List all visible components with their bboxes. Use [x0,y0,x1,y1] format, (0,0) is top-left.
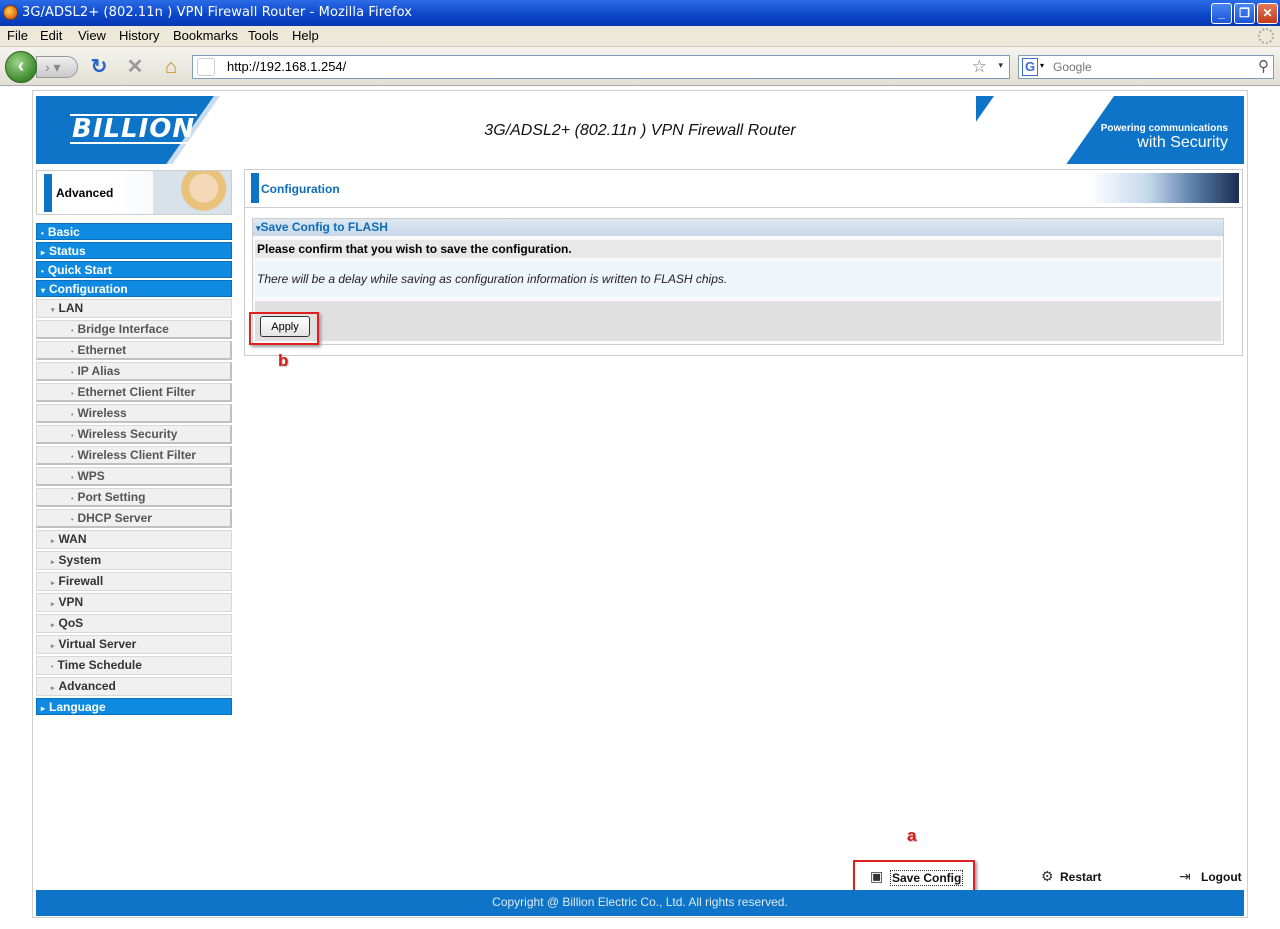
menu-edit[interactable]: Edit [40,28,62,43]
logout-icon: ⇥ [1179,868,1191,884]
sidebar-item-firewall[interactable]: ▸ Firewall [36,572,232,591]
sidebar-item-wireless[interactable]: • Wireless [36,404,232,423]
content-panel: Configuration ▾Save Config to FLASH Plea… [244,169,1243,356]
stop-icon[interactable]: ✕ [124,56,146,78]
banner-tagline-top: Powering communications [1100,123,1228,134]
content-header-image [1089,173,1239,203]
menu-bar: File Edit View History Bookmarks Tools H… [0,26,1280,47]
minimize-button[interactable]: _ [1211,3,1232,24]
sidebar-item-wireless-security[interactable]: • Wireless Security [36,425,232,444]
firefox-icon [3,5,18,20]
sidebar-item-configuration[interactable]: ▾ Configuration [36,280,232,297]
back-button[interactable]: ‹ [5,51,37,83]
search-bar[interactable]: G ▾ ⚲ [1018,55,1274,79]
google-engine-icon[interactable]: G [1022,58,1038,76]
menu-help[interactable]: Help [292,28,319,43]
search-icon[interactable]: ⚲ [1258,57,1269,75]
restart-icon: ⚙ [1041,868,1054,884]
router-page: BILLION 3G/ADSL2+ (802.11n ) VPN Firewal… [32,90,1248,918]
sidebar-item-time-schedule[interactable]: • Time Schedule [36,656,232,675]
section-title: ▾Save Config to FLASH [253,219,1223,236]
annotation-box-b [249,312,319,345]
button-row: Apply [255,301,1221,341]
annotation-label-b: b [278,351,289,370]
engine-dropdown-icon[interactable]: ▾ [1040,61,1044,70]
banner-tagline-bottom: with Security [1137,134,1228,151]
sidebar-item-status[interactable]: ▸ Status [36,242,232,259]
page-title: Configuration [261,182,340,196]
sidebar-item-ethernet[interactable]: • Ethernet [36,341,232,360]
sidebar-item-lan[interactable]: ▾ LAN [36,299,232,318]
sidebar-item-qos[interactable]: ▸ QoS [36,614,232,633]
sidebar-item-advanced[interactable]: ▸ Advanced [36,677,232,696]
sidebar-item-virtual-server[interactable]: ▸ Virtual Server [36,635,232,654]
restart-link[interactable]: Restart [1060,870,1101,884]
restore-button[interactable]: ❐ [1234,3,1255,24]
sidebar-item-dhcp-server[interactable]: • DHCP Server [36,509,232,528]
content-header-divider [245,207,1242,208]
reload-icon[interactable]: ↻ [88,56,110,78]
url-bar[interactable]: ☆ ▾ [192,55,1010,79]
banner-title: 3G/ADSL2+ (802.11n ) VPN Firewall Router [484,122,796,139]
delay-text: There will be a delay while saving as co… [255,261,1221,297]
sidebar-item-ethernet-client-filter[interactable]: • Ethernet Client Filter [36,383,232,402]
url-dropdown-icon[interactable]: ▾ [998,60,1003,71]
sidebar-item-vpn[interactable]: ▸ VPN [36,593,232,612]
footer: Copyright @ Billion Electric Co., Ltd. A… [36,890,1244,916]
sidebar-item-system[interactable]: ▸ System [36,551,232,570]
sidebar-header-label: Advanced [56,186,114,200]
content-header-bar [251,173,259,203]
sidebar-header-bar [44,174,52,212]
sidebar-item-quick-start[interactable]: • Quick Start [36,261,232,278]
menu-tools[interactable]: Tools [248,28,278,43]
annotation-label-a: a [907,826,917,845]
window-title: 3G/ADSL2+ (802.11n ) VPN Firewall Router… [22,5,413,20]
throbber-icon [1258,28,1274,44]
menu-file[interactable]: File [7,28,28,43]
save-config-link[interactable]: Save Config [890,870,964,886]
sidebar-header: Advanced [36,170,232,215]
sidebar-item-bridge-interface[interactable]: • Bridge Interface [36,320,232,339]
sidebar-item-wan[interactable]: ▸ WAN [36,530,232,549]
menu-view[interactable]: View [78,28,106,43]
sidebar-item-port-setting[interactable]: • Port Setting [36,488,232,507]
forward-button[interactable]: › ▾ [36,56,78,78]
menu-bookmarks[interactable]: Bookmarks [173,28,238,43]
logout-link[interactable]: Logout [1201,870,1242,884]
sidebar-item-language[interactable]: ▸ Language [36,698,232,715]
window-titlebar: 3G/ADSL2+ (802.11n ) VPN Firewall Router… [0,0,1280,26]
sidebar-item-wps[interactable]: • WPS [36,467,232,486]
sidebar-item-ip-alias[interactable]: • IP Alias [36,362,232,381]
search-input[interactable] [1053,60,1243,74]
sidebar-header-photo [153,171,231,214]
url-input[interactable] [227,59,927,74]
banner: BILLION 3G/ADSL2+ (802.11n ) VPN Firewal… [36,96,1244,164]
save-disk-icon: ▣ [870,868,884,884]
close-button[interactable]: ✕ [1257,3,1278,24]
bookmark-star-icon[interactable]: ☆ [972,57,987,77]
menu-history[interactable]: History [119,28,159,43]
save-config-section: ▾Save Config to FLASH Please confirm tha… [252,218,1224,345]
sidebar-item-wireless-client-filter[interactable]: • Wireless Client Filter [36,446,232,465]
page-favicon-icon [197,58,215,76]
home-icon[interactable]: ⌂ [160,56,182,78]
sidebar-item-basic[interactable]: • Basic [36,223,232,240]
sidebar: Advanced • Basic ▸ Status • Quick Start ▾ Co… [36,170,232,715]
confirm-text: Please confirm that you wish to save the… [255,240,1221,258]
